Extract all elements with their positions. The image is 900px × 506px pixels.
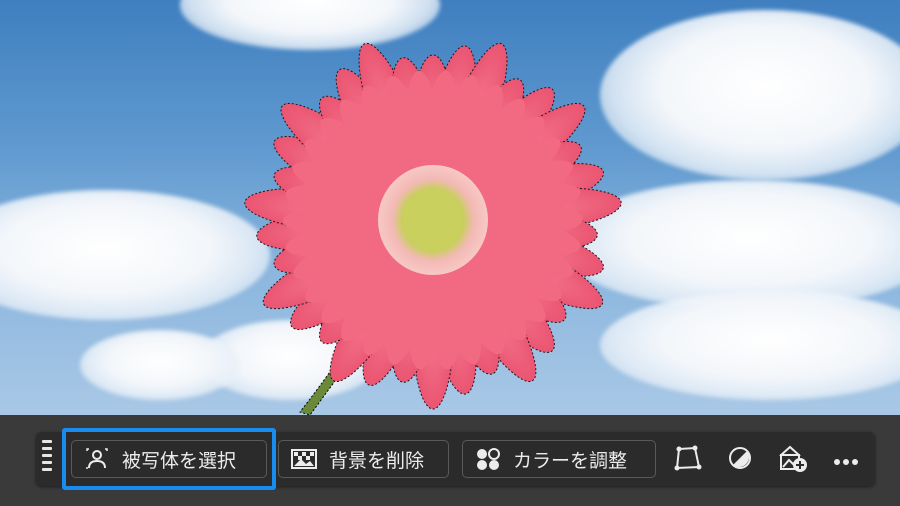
remove-background-label: 背景を削除 bbox=[329, 449, 425, 472]
adjust-color-button[interactable]: カラーを調整 bbox=[462, 440, 656, 478]
contrast-icon bbox=[728, 446, 752, 474]
drag-handle[interactable] bbox=[42, 440, 52, 480]
polygon-lasso-button[interactable] bbox=[672, 444, 704, 476]
image-remove-icon bbox=[291, 447, 317, 471]
flower-subject bbox=[244, 42, 622, 415]
more-options-button[interactable] bbox=[830, 444, 862, 476]
remove-background-button[interactable]: 背景を削除 bbox=[278, 440, 449, 478]
more-icon bbox=[833, 451, 859, 470]
contrast-button[interactable] bbox=[724, 444, 756, 476]
color-adjust-icon bbox=[475, 447, 501, 471]
polygon-lasso-icon bbox=[673, 444, 703, 476]
adjust-color-label: カラーを調整 bbox=[513, 449, 628, 472]
image-canvas[interactable] bbox=[0, 0, 900, 415]
generative-fill-button[interactable] bbox=[777, 444, 809, 476]
image-add-icon bbox=[778, 444, 808, 476]
selection-highlight bbox=[62, 428, 276, 490]
